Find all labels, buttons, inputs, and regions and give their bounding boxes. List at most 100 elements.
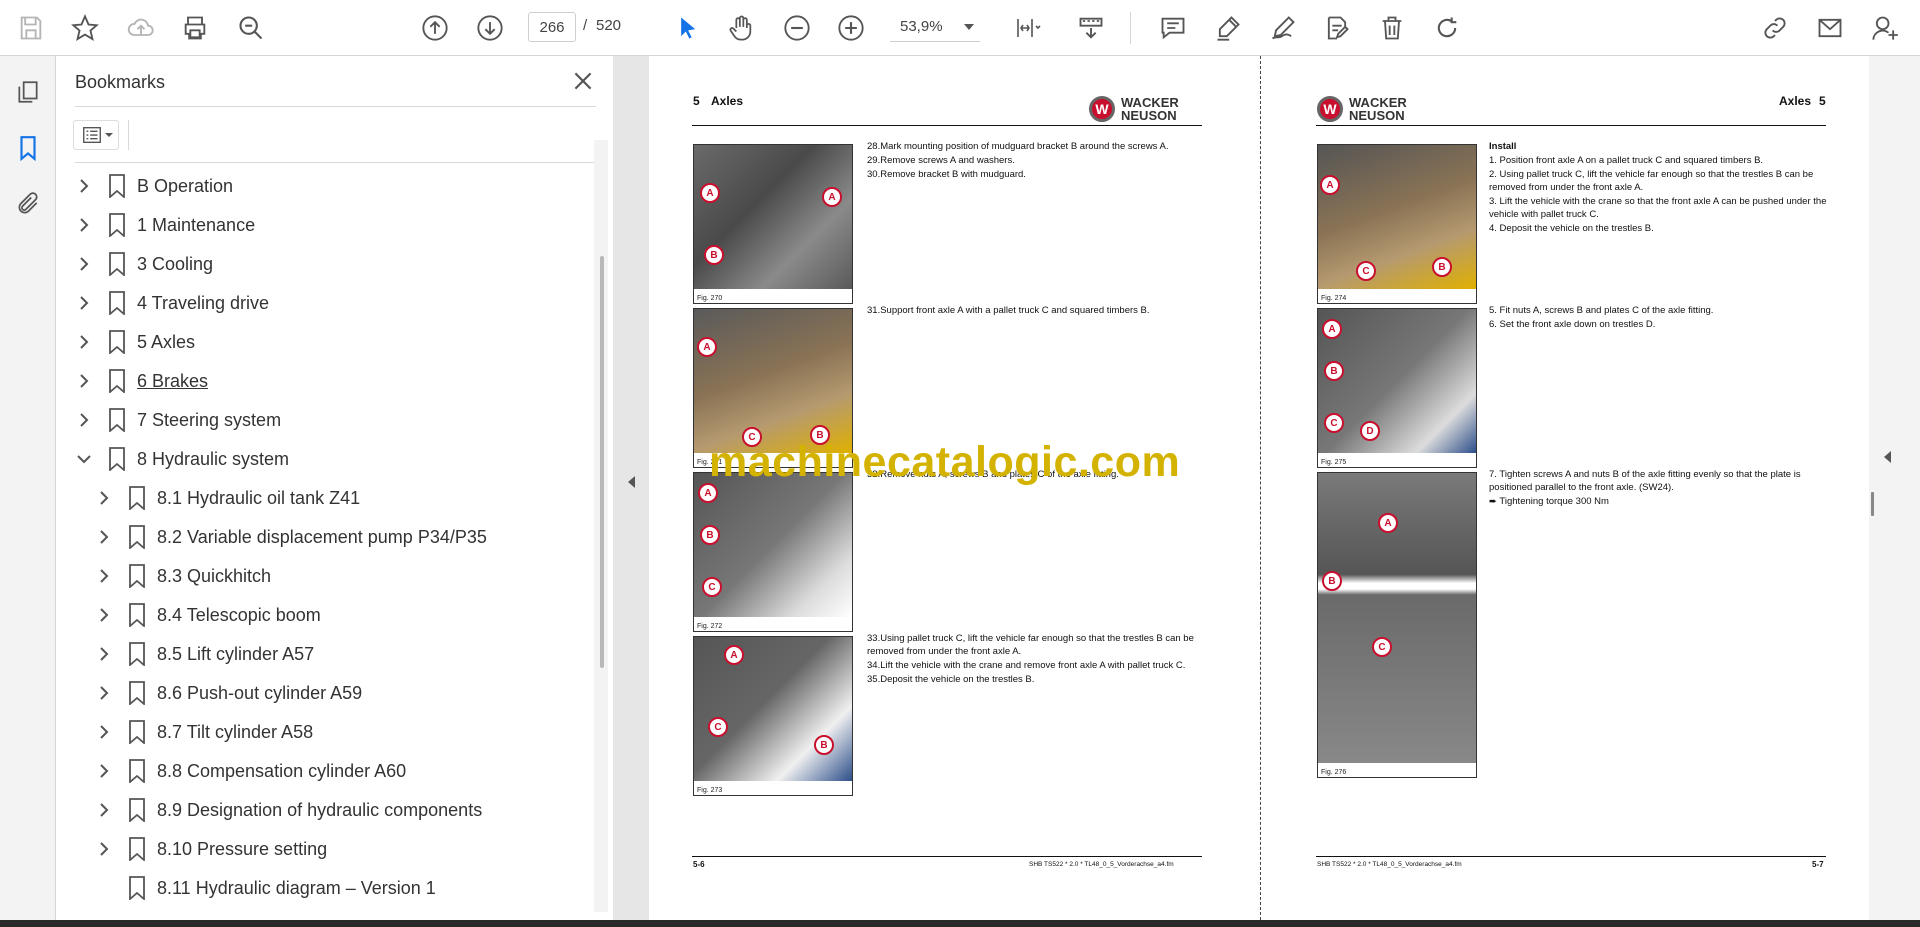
bookmark-item[interactable]: 8.2 Variable displacement pump P34/P35 (56, 521, 596, 553)
star-icon[interactable] (66, 9, 104, 47)
comment-icon[interactable] (1154, 9, 1192, 47)
rotate-icon[interactable] (1428, 9, 1466, 47)
scrolling-mode-icon[interactable] (1072, 9, 1110, 47)
bookmark-item[interactable]: 8.5 Lift cylinder A57 (56, 638, 596, 670)
left-footer-doc: SHB TS522 * 2.0 * TL48_0_5_Vorderachse_a… (1029, 861, 1174, 868)
cloud-upload-icon[interactable] (122, 9, 160, 47)
bookmark-item[interactable]: 8.7 Tilt cylinder A58 (56, 716, 596, 748)
bookmark-item[interactable]: 3 Cooling (56, 248, 596, 280)
bookmark-label: 8.9 Designation of hydraulic components (157, 799, 483, 820)
bookmark-item[interactable]: 8.11 Hydraulic diagram – Version 1 (56, 872, 596, 904)
zoom-level-dropdown[interactable]: 53,9% (890, 12, 980, 42)
hand-tool-icon[interactable] (722, 9, 760, 47)
bookmark-icon (128, 681, 146, 706)
chevron-right-icon[interactable] (94, 605, 114, 625)
select-cursor-icon[interactable] (668, 9, 706, 47)
expand-tools-icon[interactable] (1884, 451, 1891, 463)
chevron-right-icon[interactable] (74, 215, 94, 235)
chevron-right-icon[interactable] (94, 800, 114, 820)
page-thumbnails-icon[interactable] (12, 76, 44, 108)
draw-icon[interactable] (1264, 9, 1302, 47)
collapse-panel-icon[interactable] (628, 476, 635, 488)
list-options-icon (83, 126, 101, 144)
pallet-truck-photo (1318, 145, 1476, 289)
bookmark-label: 8.1 Hydraulic oil tank Z41 (157, 487, 361, 508)
bookmarks-scrollbar-thumb[interactable] (600, 256, 604, 668)
bookmark-icon (128, 525, 146, 550)
bookmark-icon (128, 837, 146, 862)
page-boundary (1260, 56, 1261, 920)
bookmark-label: 7 Steering system (137, 409, 282, 430)
bookmark-item[interactable]: 6 Brakes (56, 365, 596, 397)
panel-divider (75, 106, 596, 107)
leaf-spacer (94, 878, 114, 898)
bookmark-options-button[interactable] (73, 120, 119, 150)
panel-divider (75, 162, 596, 163)
bookmarks-icon[interactable] (12, 132, 44, 164)
zoom-search-icon[interactable] (232, 9, 270, 47)
chevron-right-icon[interactable] (94, 488, 114, 508)
attachments-paperclip-icon[interactable] (12, 188, 44, 220)
document-view[interactable]: 5 Axles W WACKER NEUSON A A B Fig. 270 28… (649, 56, 1870, 920)
bookmark-item[interactable]: B Operation (56, 170, 596, 202)
chevron-right-icon[interactable] (74, 371, 94, 391)
bookmark-item[interactable]: 5 Axles (56, 326, 596, 358)
chevron-right-icon[interactable] (94, 761, 114, 781)
steps-28-30: 28.Mark mounting position of mudguard br… (867, 141, 1169, 180)
watermark-text: machinecatalogic.com (709, 438, 1181, 486)
edit-pdf-icon[interactable] (1318, 9, 1356, 47)
bookmark-item[interactable]: 4 Traveling drive (56, 287, 596, 319)
email-icon[interactable] (1811, 9, 1849, 47)
page-fit-icon[interactable] (1004, 9, 1052, 47)
bookmark-icon (108, 252, 126, 277)
bookmark-item[interactable]: 8.9 Designation of hydraulic components (56, 794, 596, 826)
bookmark-item[interactable]: 8.3 Quickhitch (56, 560, 596, 592)
chevron-right-icon[interactable] (94, 839, 114, 859)
zoom-in-icon[interactable] (832, 9, 870, 47)
bookmark-item[interactable]: 1 Maintenance (56, 209, 596, 241)
chevron-down-icon[interactable] (74, 449, 94, 469)
previous-page-icon[interactable] (416, 9, 454, 47)
zoom-out-icon[interactable] (778, 9, 816, 47)
bookmark-label: 8.2 Variable displacement pump P34/P35 (157, 526, 487, 547)
rail-grip[interactable] (1871, 492, 1874, 516)
next-page-icon[interactable] (471, 9, 509, 47)
chevron-right-icon[interactable] (94, 683, 114, 703)
bookmark-item[interactable]: 8.10 Pressure setting (56, 833, 596, 865)
add-user-icon[interactable] (1866, 9, 1904, 47)
bookmark-icon (128, 486, 146, 511)
bookmark-label: 6 Brakes (137, 370, 209, 391)
bookmark-label: 8.7 Tilt cylinder A58 (157, 721, 314, 742)
bookmark-item[interactable]: 8.4 Telescopic boom (56, 599, 596, 631)
chevron-right-icon[interactable] (94, 644, 114, 664)
bookmark-label: 8.4 Telescopic boom (157, 604, 321, 625)
chevron-right-icon[interactable] (74, 410, 94, 430)
panel-splitter[interactable] (613, 56, 649, 920)
chevron-right-icon[interactable] (94, 722, 114, 742)
chevron-right-icon[interactable] (74, 254, 94, 274)
bookmark-label: 8.8 Compensation cylinder A60 (157, 760, 407, 781)
close-icon[interactable] (570, 68, 596, 94)
bookmark-item[interactable]: 8.1 Hydraulic oil tank Z41 (56, 482, 596, 514)
bookmark-label: 5 Axles (137, 331, 196, 352)
chevron-right-icon[interactable] (94, 566, 114, 586)
bookmark-icon (108, 174, 126, 199)
bookmark-icon (108, 408, 126, 433)
print-icon[interactable] (176, 9, 214, 47)
chevron-right-icon[interactable] (74, 176, 94, 196)
bookmark-item[interactable]: 8 Hydraulic system (56, 443, 596, 475)
chevron-right-icon[interactable] (94, 527, 114, 547)
bookmark-label: 8.6 Push-out cylinder A59 (157, 682, 363, 703)
bookmark-item[interactable]: 8.6 Push-out cylinder A59 (56, 677, 596, 709)
page-number-input[interactable]: 266 (528, 12, 576, 42)
bookmark-item[interactable]: 7 Steering system (56, 404, 596, 436)
save-icon[interactable] (12, 9, 50, 47)
chevron-right-icon[interactable] (74, 332, 94, 352)
bookmark-item[interactable]: 8.8 Compensation cylinder A60 (56, 755, 596, 787)
bookmark-icon (108, 291, 126, 316)
chevron-right-icon[interactable] (74, 293, 94, 313)
delete-trash-icon[interactable] (1373, 9, 1411, 47)
footer-rule (1316, 856, 1826, 857)
share-link-icon[interactable] (1756, 9, 1794, 47)
highlight-pen-icon[interactable] (1209, 9, 1247, 47)
